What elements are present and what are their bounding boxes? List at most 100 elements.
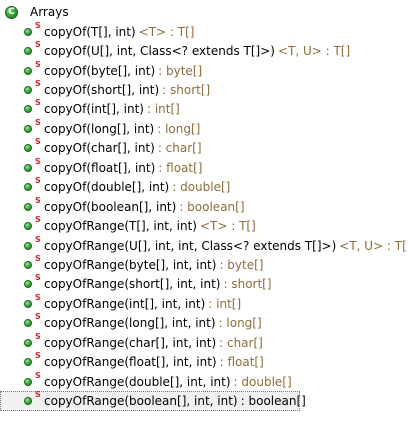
- public-static-method-icon: S: [24, 41, 41, 56]
- method-signature: copyOfRange(U[], int, int, Class<? exten…: [44, 238, 337, 253]
- static-marker: S: [35, 390, 41, 400]
- public-static-method-icon: S: [24, 80, 41, 95]
- method-signature: copyOf(long[], int): [44, 121, 155, 136]
- class-name: Arrays: [30, 5, 69, 19]
- method-signature: copyOfRange(long[], int, int): [44, 316, 216, 331]
- outline-method-row[interactable]: ScopyOf(double[], int): double[]: [0, 176, 408, 197]
- static-marker: S: [35, 215, 41, 225]
- public-static-method-icon: S: [24, 371, 41, 386]
- method-signature: copyOf(boolean[], int): [44, 199, 177, 214]
- outline-method-row[interactable]: ScopyOf(byte[], int): byte[]: [0, 60, 408, 80]
- static-marker: S: [35, 117, 41, 127]
- static-marker: S: [35, 59, 41, 69]
- method-return-type: : boolean[]: [179, 199, 245, 214]
- method-return-type: : float[]: [219, 355, 264, 370]
- static-marker: S: [35, 312, 41, 322]
- method-signature: copyOfRange(double[], int, int): [44, 374, 231, 389]
- method-signature: copyOfRange(char[], int, int): [44, 335, 217, 350]
- method-return-type: : char[]: [219, 335, 263, 350]
- outline-root-class[interactable]: C Arrays: [0, 2, 408, 22]
- method-return-type: : byte[]: [219, 257, 264, 272]
- static-marker: S: [35, 20, 41, 30]
- outline-method-row[interactable]: ScopyOfRange(U[], int, int, Class<? exte…: [0, 234, 408, 255]
- static-marker: S: [35, 137, 41, 147]
- method-signature: copyOf(T[], int): [44, 24, 136, 39]
- public-static-method-icon: S: [24, 254, 41, 269]
- outline-method-row[interactable]: ScopyOfRange(long[], int, int): long[]: [0, 313, 408, 333]
- method-return-type: <T, U> : T[]: [277, 44, 351, 59]
- method-signature: copyOfRange(short[], int, int): [44, 277, 221, 292]
- public-static-method-icon: S: [24, 216, 41, 231]
- static-marker: S: [35, 234, 41, 244]
- outline-method-row[interactable]: ScopyOf(long[], int): long[]: [0, 118, 408, 138]
- public-static-method-icon: S: [24, 274, 41, 289]
- method-return-type: : double[]: [233, 374, 292, 389]
- public-static-method-icon: S: [24, 60, 41, 75]
- method-signature: copyOf(U[], int, Class<? extends T[]>): [44, 44, 275, 59]
- static-marker: S: [35, 273, 41, 283]
- static-marker: S: [35, 351, 41, 361]
- static-marker: S: [35, 370, 41, 380]
- outline-tree: C Arrays ScopyOf(T[], int) <T> : T[] Scopy…: [0, 0, 408, 429]
- public-static-method-icon: S: [24, 352, 41, 367]
- public-static-method-icon: S: [24, 118, 41, 133]
- outline-method-row[interactable]: ScopyOfRange(boolean[], int, int): boole…: [0, 391, 306, 411]
- method-return-type: <T, U> : T[]: [339, 238, 408, 253]
- outline-method-row[interactable]: ScopyOf(boolean[], int): boolean[]: [0, 196, 408, 216]
- method-return-type: : int[]: [208, 296, 242, 311]
- static-marker: S: [35, 292, 41, 302]
- method-return-type: : long[]: [157, 121, 201, 136]
- public-static-method-icon: S: [24, 196, 41, 211]
- method-return-type: : short[]: [162, 83, 211, 98]
- static-marker: S: [35, 98, 41, 108]
- outline-method-row[interactable]: ScopyOfRange(float[], int, int): float[]: [0, 352, 408, 371]
- method-signature: copyOfRange(float[], int, int): [44, 355, 217, 370]
- method-return-type: : int[]: [146, 102, 180, 117]
- method-return-type: <T> : T[]: [199, 219, 256, 234]
- outline-method-row[interactable]: ScopyOf(short[], int): short[]: [0, 80, 408, 99]
- method-return-type: : char[]: [157, 141, 202, 156]
- outline-method-row[interactable]: ScopyOf(float[], int): float[]: [0, 157, 408, 177]
- outline-method-row[interactable]: ScopyOf(int[], int): int[]: [0, 99, 408, 119]
- public-static-method-icon: S: [24, 293, 41, 308]
- method-signature: copyOfRange(T[], int, int): [44, 219, 197, 234]
- outline-method-row[interactable]: ScopyOfRange(int[], int, int): int[]: [0, 293, 408, 313]
- outline-method-row[interactable]: ScopyOf(char[], int): char[]: [0, 138, 408, 158]
- method-signature: copyOf(float[], int): [44, 160, 156, 175]
- outline-method-row[interactable]: ScopyOfRange(T[], int, int) <T> : T[]: [0, 216, 408, 235]
- static-marker: S: [35, 79, 41, 89]
- method-return-type: : short[]: [223, 277, 272, 292]
- outline-method-row[interactable]: ScopyOfRange(char[], int, int): char[]: [0, 332, 408, 352]
- public-static-method-icon: S: [24, 332, 41, 347]
- static-marker: S: [35, 253, 41, 263]
- outline-method-row[interactable]: ScopyOfRange(double[], int, int): double…: [0, 371, 408, 391]
- static-marker: S: [35, 40, 41, 50]
- static-marker: S: [35, 176, 41, 186]
- public-static-method-icon: S: [24, 21, 41, 36]
- public-static-method-icon: S: [24, 313, 41, 328]
- method-list: ScopyOf(T[], int) <T> : T[] ScopyOf(U[], i…: [0, 21, 408, 411]
- outline-method-row[interactable]: ScopyOfRange(short[], int, int): short[]: [0, 274, 408, 294]
- method-signature: copyOf(int[], int): [44, 102, 144, 117]
- class-icon: C: [5, 5, 18, 19]
- method-signature: copyOfRange(boolean[], int, int): [44, 394, 238, 409]
- method-signature: copyOfRange(byte[], int, int): [44, 257, 217, 272]
- outline-method-row[interactable]: ScopyOfRange(byte[], int, int): byte[]: [0, 254, 408, 274]
- method-return-type: : double[]: [172, 180, 231, 195]
- outline-method-row[interactable]: ScopyOf(T[], int) <T> : T[]: [0, 21, 408, 41]
- method-signature: copyOf(char[], int): [44, 141, 155, 156]
- method-return-type: : float[]: [158, 160, 203, 175]
- method-return-type: : long[]: [218, 316, 262, 331]
- method-signature: copyOf(short[], int): [44, 83, 160, 98]
- method-signature: copyOfRange(int[], int, int): [44, 296, 206, 311]
- public-static-method-icon: S: [24, 391, 41, 406]
- public-static-method-icon: S: [24, 157, 41, 172]
- static-marker: S: [35, 156, 41, 166]
- public-static-method-icon: S: [24, 99, 41, 114]
- method-return-type: <T> : T[]: [138, 24, 195, 39]
- static-marker: S: [35, 195, 41, 205]
- method-return-type: : boolean[]: [240, 394, 306, 409]
- public-static-method-icon: S: [24, 138, 41, 153]
- method-return-type: : byte[]: [158, 63, 203, 78]
- outline-method-row[interactable]: ScopyOf(U[], int, Class<? extends T[]>) <…: [0, 41, 408, 60]
